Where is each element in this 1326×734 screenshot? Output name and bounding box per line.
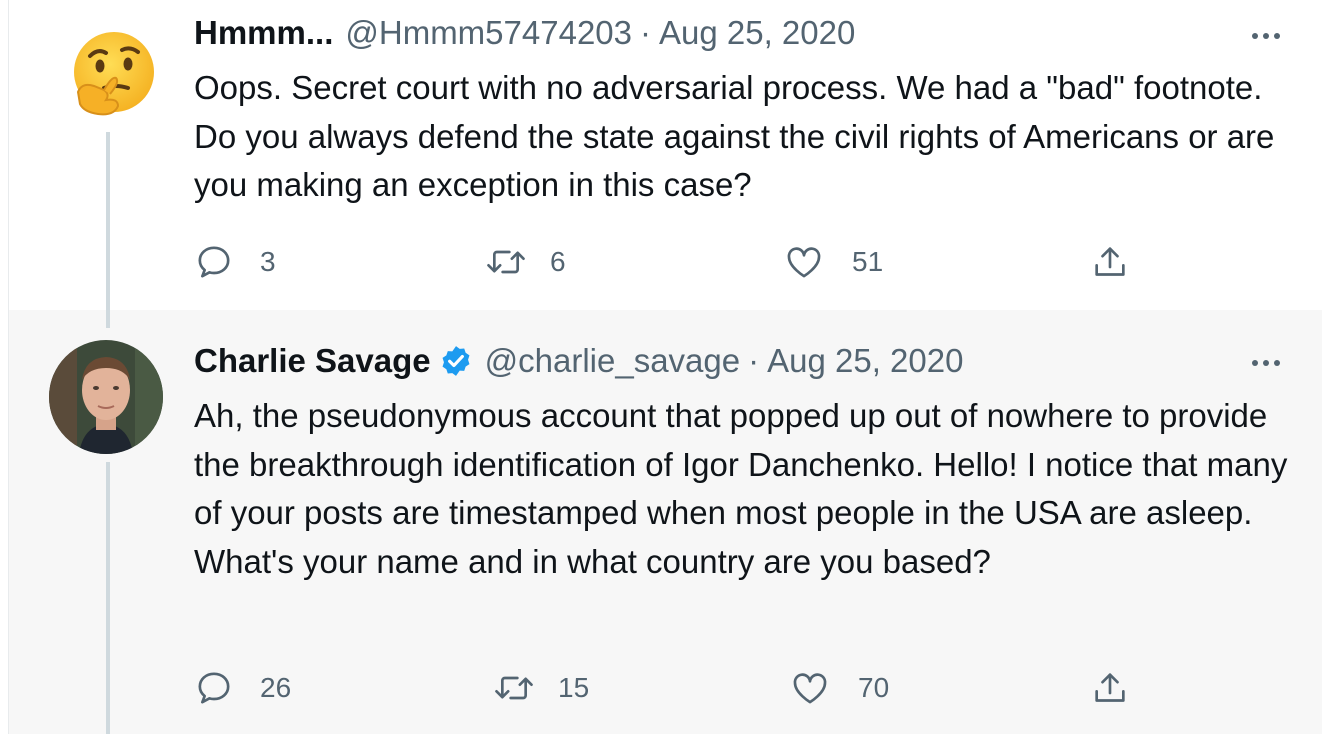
thread-line (106, 462, 110, 734)
tweet-actions: 3 6 51 (194, 240, 1314, 284)
more-options-icon[interactable] (1252, 33, 1280, 39)
retweet-button[interactable]: 15 (492, 666, 589, 710)
like-count: 51 (852, 246, 884, 277)
thread-line (106, 310, 110, 328)
tweet-actions: 26 15 70 (194, 666, 1314, 710)
avatar[interactable] (49, 340, 163, 454)
share-upload-icon (1095, 247, 1125, 276)
separator: · (748, 342, 760, 379)
tweet-text: Oops. Secret court with no adversarial p… (194, 69, 1275, 203)
like-button[interactable]: 51 (784, 240, 883, 284)
author-name[interactable]: Hmmm... (194, 14, 333, 52)
like-button[interactable]: 70 (790, 666, 889, 710)
profile-photo (49, 340, 163, 454)
reply-count: 3 (260, 246, 276, 277)
thread-line (106, 132, 110, 328)
retweet-arrows-icon (495, 676, 533, 700)
share-upload-icon (1095, 673, 1125, 702)
like-count: 70 (858, 672, 890, 703)
author-name[interactable]: Charlie Savage (194, 342, 431, 380)
tweet-header: Charlie Savage @charlie_savage · Aug 25,… (194, 342, 963, 380)
author-handle[interactable]: @charlie_savage (485, 342, 740, 380)
retweet-arrows-icon (487, 250, 525, 274)
speech-bubble-icon (198, 246, 230, 278)
heart-icon (787, 247, 821, 278)
retweet-count: 15 (558, 672, 590, 703)
reply-count: 26 (260, 672, 292, 703)
share-button[interactable] (1090, 240, 1130, 284)
reply-button[interactable]: 26 (194, 666, 291, 710)
tweet-date[interactable]: Aug 25, 2020 (659, 14, 855, 52)
tweet-header: Hmmm... @Hmmm57474203 · Aug 25, 2020 (194, 14, 855, 52)
separator: · (640, 14, 651, 51)
speech-bubble-icon (198, 672, 230, 704)
more-options-icon[interactable] (1252, 360, 1280, 366)
tweet[interactable]: Charlie Savage @charlie_savage · Aug 25,… (8, 310, 1322, 734)
reply-button[interactable]: 3 (194, 240, 276, 284)
heart-icon (793, 673, 827, 704)
thinking-face-emoji-icon (74, 32, 154, 116)
tweet-text: Ah, the pseudonymous account that popped… (194, 397, 1288, 580)
share-button[interactable] (1090, 666, 1130, 710)
verified-badge-icon (439, 344, 473, 378)
tweet-date[interactable]: Aug 25, 2020 (767, 342, 963, 380)
retweet-count: 6 (550, 246, 566, 277)
retweet-button[interactable]: 6 (484, 240, 566, 284)
author-handle[interactable]: @Hmmm57474203 (345, 14, 632, 52)
avatar[interactable] (64, 26, 164, 126)
tweet[interactable]: Hmmm... @Hmmm57474203 · Aug 25, 2020 Oop… (8, 0, 1322, 328)
